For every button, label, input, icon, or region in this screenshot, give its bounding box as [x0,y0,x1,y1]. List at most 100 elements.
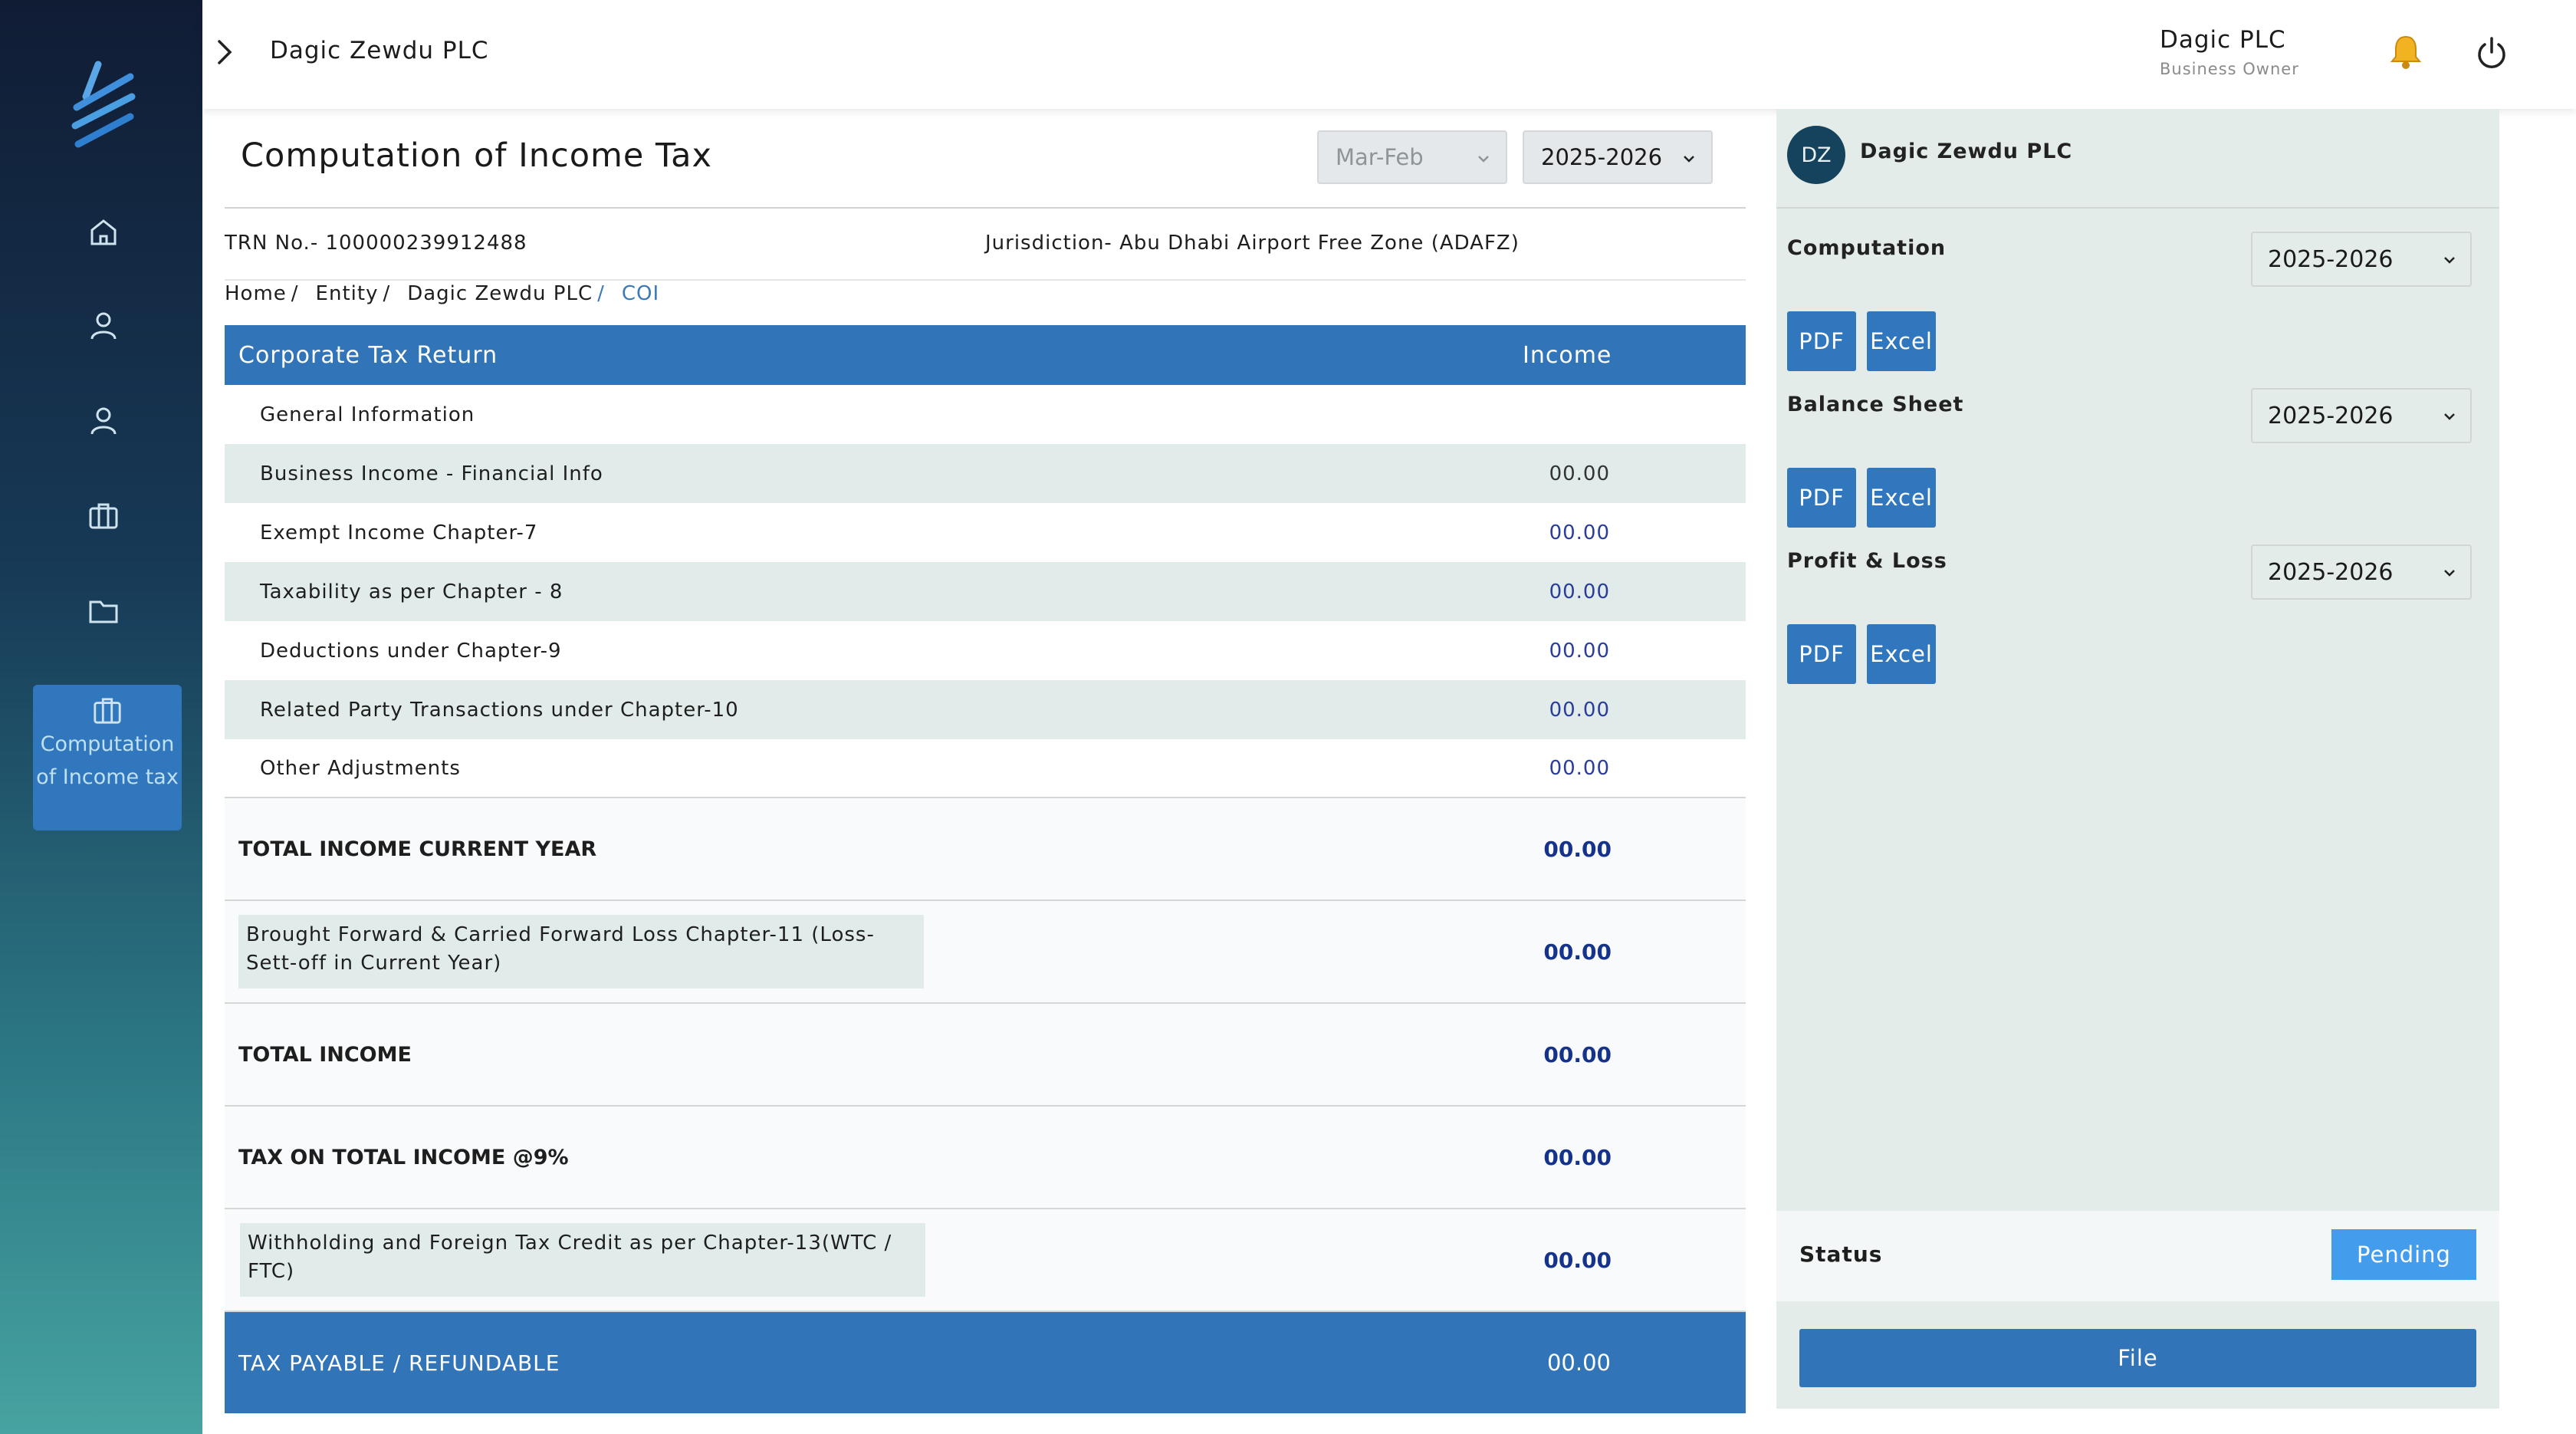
row-value[interactable]: 00.00 [1549,521,1610,544]
computation-pdf-button[interactable]: PDF [1787,311,1856,371]
breadcrumb-separator: / [597,282,605,305]
table-row[interactable]: Business Income - Financial Info 00.00 [225,444,1746,503]
breadcrumb-current: COI [621,282,660,305]
breadcrumb-separator: / [383,282,391,305]
brought-forward-row: Brought Forward & Carried Forward Loss C… [225,901,1746,1004]
row-label: General Information [260,403,475,426]
row-label: TAX ON TOTAL INCOME @9% [238,1145,569,1169]
header-company: Dagic Zewdu PLC [270,37,489,64]
user-role: Business Owner [2160,60,2299,78]
balance-sheet-pdf-button[interactable]: PDF [1787,468,1856,528]
profit-loss-year-select[interactable]: 2025-2026 [2251,544,2472,600]
balance-sheet-year-select[interactable]: 2025-2026 [2251,388,2472,443]
breadcrumb-entity[interactable]: Entity [316,282,379,305]
user-name[interactable]: Dagic PLC [2160,26,2286,54]
chevron-down-icon [2444,413,2455,420]
year-select[interactable]: 2025-2026 [1523,130,1713,184]
row-value: 00.00 [1546,1350,1611,1376]
row-value[interactable]: 00.00 [1549,699,1610,722]
chevron-right-icon[interactable] [212,37,238,67]
chevron-down-icon [1478,156,1489,163]
table-row[interactable]: Other Adjustments 00.00 [225,739,1746,798]
row-label: TOTAL INCOME CURRENT YEAR [238,837,597,861]
table-row[interactable]: Taxability as per Chapter - 8 00.00 [225,562,1746,621]
status-badge: Pending [2331,1229,2476,1280]
row-value: 00.00 [1543,1247,1612,1273]
table-row[interactable]: Related Party Transactions under Chapter… [225,680,1746,739]
power-icon[interactable] [2474,34,2509,71]
profit-loss-pdf-button[interactable]: PDF [1787,624,1856,684]
status-label: Status [1799,1242,1883,1267]
chevron-down-icon [1684,156,1694,163]
sidebar-profile[interactable] [86,308,121,344]
divider [1776,207,2499,209]
file-button[interactable]: File [1799,1329,2476,1387]
row-label: Withholding and Foreign Tax Credit as pe… [240,1223,925,1297]
row-label: TOTAL INCOME [238,1042,412,1067]
select-value: 2025-2026 [2268,402,2394,429]
tax-payable-row: TAX PAYABLE / REFUNDABLE 00.00 [225,1312,1746,1413]
profit-loss-excel-button[interactable]: Excel [1867,624,1936,684]
row-label: Deductions under Chapter-9 [260,639,562,663]
tax-on-total-row: TAX ON TOTAL INCOME @9% 00.00 [225,1107,1746,1209]
row-label: Related Party Transactions under Chapter… [260,698,739,722]
row-value: 00.00 [1543,939,1612,965]
sidebar-documents[interactable] [86,593,121,628]
briefcase-icon [89,503,118,529]
row-label: TAX PAYABLE / REFUNDABLE [238,1350,560,1376]
row-label: Taxability as per Chapter - 8 [260,580,564,604]
user-icon [90,312,117,340]
table-header: Corporate Tax Return Income [225,325,1746,385]
user-icon [90,407,117,435]
row-value: 00.00 [1543,1041,1612,1067]
sidebar-home[interactable] [86,215,121,250]
folder-icon [89,600,118,623]
row-value[interactable]: 00.00 [1549,757,1610,780]
row-value[interactable]: 00.00 [1549,640,1610,663]
period-select[interactable]: Mar-Feb [1317,130,1507,184]
sidebar-users[interactable] [86,403,121,439]
sidebar: Computation of Income tax [0,0,202,1434]
row-value[interactable]: 00.00 [1549,581,1610,604]
avatar: DZ [1787,126,1845,184]
sidebar-entities[interactable] [86,498,121,534]
table-row[interactable]: Deductions under Chapter-9 00.00 [225,621,1746,680]
breadcrumb-company[interactable]: Dagic Zewdu PLC [407,282,593,305]
section-label-balance-sheet: Balance Sheet [1787,393,1964,416]
divider [225,207,1746,209]
briefcase-icon [94,698,121,724]
period-select-value: Mar-Feb [1336,144,1424,170]
total-current-year-row: TOTAL INCOME CURRENT YEAR 00.00 [225,798,1746,901]
total-income-row: TOTAL INCOME 00.00 [225,1004,1746,1107]
table-row: General Information [225,385,1746,444]
trn-number: TRN No.- 100000239912488 [225,232,527,255]
chevron-down-icon [2444,257,2455,264]
withholding-row: Withholding and Foreign Tax Credit as pe… [225,1209,1746,1312]
home-icon [90,219,117,245]
row-value: 00.00 [1549,462,1610,485]
select-value: 2025-2026 [2268,558,2394,586]
column-header-return: Corporate Tax Return [238,341,498,369]
computation-year-select[interactable]: 2025-2026 [2251,232,2472,287]
top-header: Dagic Zewdu PLC Dagic PLC Business Owner [202,0,2576,109]
section-label-computation: Computation [1787,236,1947,260]
column-header-income: Income [1523,341,1612,369]
bell-icon[interactable] [2387,32,2424,71]
jurisdiction: Jurisdiction- Abu Dhabi Airport Free Zon… [985,232,1520,255]
tax-table: Corporate Tax Return Income General Info… [225,325,1746,1413]
sidebar-item-computation[interactable]: Computation of Income tax [33,685,182,830]
row-value: 00.00 [1543,836,1612,862]
chevron-down-icon [2444,570,2455,577]
divider [225,279,1746,281]
breadcrumb-home[interactable]: Home [225,282,287,305]
computation-excel-button[interactable]: Excel [1867,311,1936,371]
app-logo[interactable] [69,60,138,152]
year-select-value: 2025-2026 [1541,144,1663,170]
row-label: Exempt Income Chapter-7 [260,521,538,544]
table-row[interactable]: Exempt Income Chapter-7 00.00 [225,503,1746,562]
balance-sheet-excel-button[interactable]: Excel [1867,468,1936,528]
row-label: Brought Forward & Carried Forward Loss C… [238,915,924,988]
select-value: 2025-2026 [2268,245,2394,273]
section-label-profit-loss: Profit & Loss [1787,549,1947,573]
row-label: Business Income - Financial Info [260,462,603,485]
